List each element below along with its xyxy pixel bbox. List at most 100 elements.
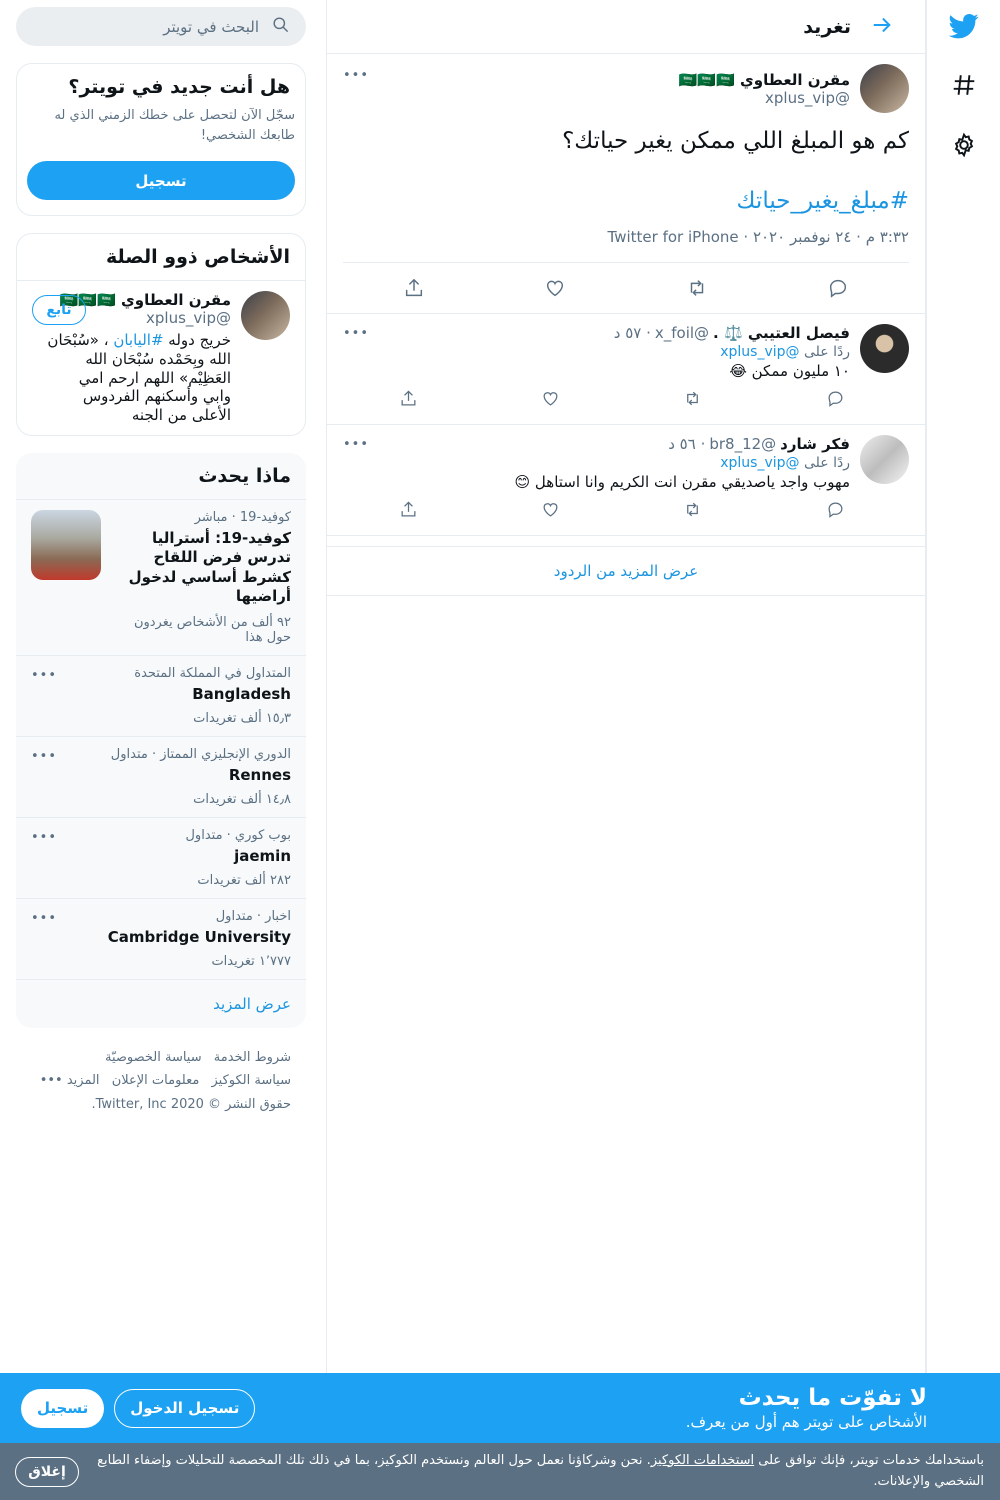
signup-promo-bar: لا تفوّت ما يحدث الأشخاص على تويتر هم أو…	[0, 1373, 1000, 1443]
avatar[interactable]	[860, 324, 909, 374]
show-more-replies-button[interactable]: عرض المزيد من الردود	[327, 546, 925, 597]
reply-text: ١٠ مليون ممكن 😂	[729, 362, 850, 381]
follow-button[interactable]: تابع	[32, 295, 86, 325]
promo-subtitle: الأشخاص على تويتر هم أول من يعرف.	[685, 1413, 927, 1431]
card-title: الأشخاص ذوو الصلة	[106, 246, 290, 268]
privacy-link[interactable]: سياسة الخصوصيّة	[105, 1050, 202, 1065]
reply-author-handle[interactable]: @br8_12	[709, 435, 776, 453]
signup-button[interactable]: تسجيل	[27, 161, 295, 200]
reply-text: مهوب واجد ياصديقي مقرن انت الكريم وانا ا…	[514, 473, 850, 492]
more-options-icon[interactable]: •••	[31, 830, 57, 845]
more-options-icon[interactable]: •••	[343, 326, 369, 341]
reply-tweet: فيصل العتيبي ⚖️ . @x_foil · ٥٧ د ردًا عل…	[327, 314, 925, 426]
trend-item[interactable]: الدوري الإنجليزي الممتاز · متداول Rennes…	[16, 735, 306, 817]
like-icon[interactable]	[540, 273, 570, 303]
promo-title: لا تفوّت ما يحدث	[738, 1385, 927, 1411]
tweet-actions	[343, 263, 909, 313]
reply-icon[interactable]	[823, 273, 853, 303]
replying-prefix: ردًا على	[804, 455, 850, 472]
share-icon[interactable]	[399, 273, 429, 303]
like-icon[interactable]	[535, 494, 565, 524]
reply-actions	[343, 491, 850, 527]
reply-time[interactable]: · ٥٧ د	[614, 324, 651, 342]
share-icon[interactable]	[393, 494, 423, 524]
retweet-icon[interactable]	[678, 494, 708, 524]
more-options-icon[interactable]: •••	[343, 68, 369, 83]
trend-item[interactable]: المتداول في المملكة المتحدة Bangladesh ١…	[16, 654, 306, 736]
retweet-icon[interactable]	[682, 273, 712, 303]
tweet-text: كم هو المبلغ اللي ممكن يغير حياتك؟	[562, 128, 909, 154]
news-item[interactable]: كوفيد-19 · مباشر كوفيد-19: أستراليا تدرس…	[16, 498, 306, 655]
replying-to: ردًا على @xplus_vip	[343, 455, 850, 471]
replying-to-link[interactable]: @xplus_vip	[720, 455, 799, 471]
reply-time[interactable]: · ٥٦ د	[668, 435, 705, 453]
reply-tweet: فكر شارد @br8_12 · ٥٦ د ردًا على @xplus_…	[327, 425, 925, 537]
more-link[interactable]: المزيد •••	[40, 1073, 100, 1088]
twitter-bird-icon[interactable]	[942, 4, 986, 48]
trend-count: ١٬٧٧٧ تغريدات	[211, 953, 291, 969]
reply-actions	[343, 380, 850, 416]
reply-author-handle[interactable]: @x_foil	[655, 324, 709, 342]
cookie-text-part: باستخدامك خدمات تويتر، فإنك توافق على	[754, 1452, 984, 1468]
search-icon	[271, 15, 290, 38]
more-options-icon[interactable]: •••	[31, 668, 57, 683]
share-icon[interactable]	[393, 383, 423, 413]
ads-info-link[interactable]: معلومات الإعلان	[112, 1073, 200, 1088]
tweet-author-name[interactable]: مقرن العطاوي 🇸🇦🇸🇦🇸🇦	[679, 71, 850, 89]
whats-happening-card: ماذا يحدث كوفيد-19 · مباشر كوفيد-19: أست…	[16, 452, 306, 1028]
trend-topic: Bangladesh	[192, 684, 291, 703]
cookies-link[interactable]: سياسة الكوكيز	[211, 1073, 291, 1088]
trend-topic: jaemin	[234, 846, 291, 865]
replying-to-link[interactable]: @xplus_vip	[720, 344, 799, 360]
trend-topic: Cambridge University	[107, 927, 291, 946]
back-arrow-icon[interactable]	[871, 14, 893, 40]
replying-to: ردًا على @xplus_vip	[343, 344, 850, 360]
more-options-icon[interactable]: •••	[31, 749, 57, 764]
card-title: ماذا يحدث	[198, 464, 291, 487]
login-button[interactable]: تسجيل الدخول	[114, 1388, 256, 1428]
avatar[interactable]	[860, 435, 909, 485]
tweet-hashtag-link[interactable]: #مبلغ_يغير_حياتك	[343, 188, 909, 214]
trend-context: المتداول في المملكة المتحدة	[134, 665, 291, 681]
tweet-timestamp[interactable]: ٣:٣٢ م · ٢٤ نوفمبر ٢٠٢٠ · Twitter for iP…	[343, 228, 909, 264]
news-count: ٩٢ ألف من الأشخاص يغردون حول هذا	[133, 614, 291, 645]
card-text: سجّل الآن لتحصل على خطك الزمني الذي له ط…	[54, 108, 295, 143]
cookie-text: باستخدامك خدمات تويتر، فإنك توافق على اس…	[94, 1451, 984, 1493]
trend-item[interactable]: بوب كوري · متداول jaemin ٢٨٢ ألف تغريدات…	[16, 816, 306, 898]
close-button[interactable]: إغلاق	[15, 1456, 79, 1487]
news-thumbnail	[31, 509, 101, 580]
trend-item[interactable]: اخبار · متداول Cambridge University ١٬٧٧…	[16, 897, 306, 979]
copyright: حقوق النشر © 2020 Twitter, Inc.	[91, 1096, 291, 1112]
person-item[interactable]: مقرن العطاوي 🇸🇦🇸🇦🇸🇦 @xplus_vip خريج دوله…	[17, 280, 305, 435]
more-options-icon[interactable]: •••	[343, 437, 369, 452]
more-options-icon[interactable]: •••	[31, 911, 57, 926]
trend-count: ١٤٫٨ ألف تغريدات	[193, 791, 291, 807]
trend-context: الدوري الإنجليزي الممتاز · متداول	[110, 746, 291, 762]
search-input[interactable]: البحث في تويتر	[16, 7, 306, 46]
new-to-twitter-card: هل أنت جديد في تويتر؟ سجّل الآن لتحصل عل…	[16, 63, 306, 216]
show-more-trends-link[interactable]: عرض المزيد	[16, 978, 306, 1028]
card-title: هل أنت جديد في تويتر؟	[68, 76, 290, 98]
main-header: تغريد	[327, 0, 925, 54]
search-placeholder: البحث في تويتر	[163, 17, 259, 36]
signup-button[interactable]: تسجيل	[21, 1388, 105, 1428]
main-column: تغريد مقرن العطاوي 🇸🇦🇸🇦🇸🇦 @xplus_vip •••…	[326, 0, 926, 1500]
reply-author-name[interactable]: فكر شارد	[780, 435, 850, 453]
tweet-author-handle[interactable]: @xplus_vip	[679, 89, 850, 107]
relevant-people-card: الأشخاص ذوو الصلة مقرن العطاوي 🇸🇦🇸🇦🇸🇦 @x…	[16, 233, 306, 436]
retweet-icon[interactable]	[678, 383, 708, 413]
reply-author-name[interactable]: فيصل العتيبي ⚖️ .	[713, 324, 850, 342]
like-icon[interactable]	[535, 383, 565, 413]
avatar[interactable]	[860, 64, 909, 113]
person-bio: خريج دوله #اليابان ، «سُبْحَان الله وبِح…	[46, 331, 231, 425]
avatar[interactable]	[241, 291, 290, 340]
hashtag-icon[interactable]	[942, 63, 986, 107]
reply-icon[interactable]	[820, 383, 850, 413]
bio-hashtag-link[interactable]: #اليابان	[113, 331, 163, 349]
trend-count: ١٥٫٣ ألف تغريدات	[193, 710, 291, 726]
gear-icon[interactable]	[942, 123, 986, 167]
terms-link[interactable]: شروط الخدمة	[214, 1050, 291, 1065]
reply-icon[interactable]	[820, 494, 850, 524]
replying-prefix: ردًا على	[804, 344, 850, 361]
cookie-policy-link[interactable]: استخدامات الكوكيز	[651, 1453, 754, 1468]
